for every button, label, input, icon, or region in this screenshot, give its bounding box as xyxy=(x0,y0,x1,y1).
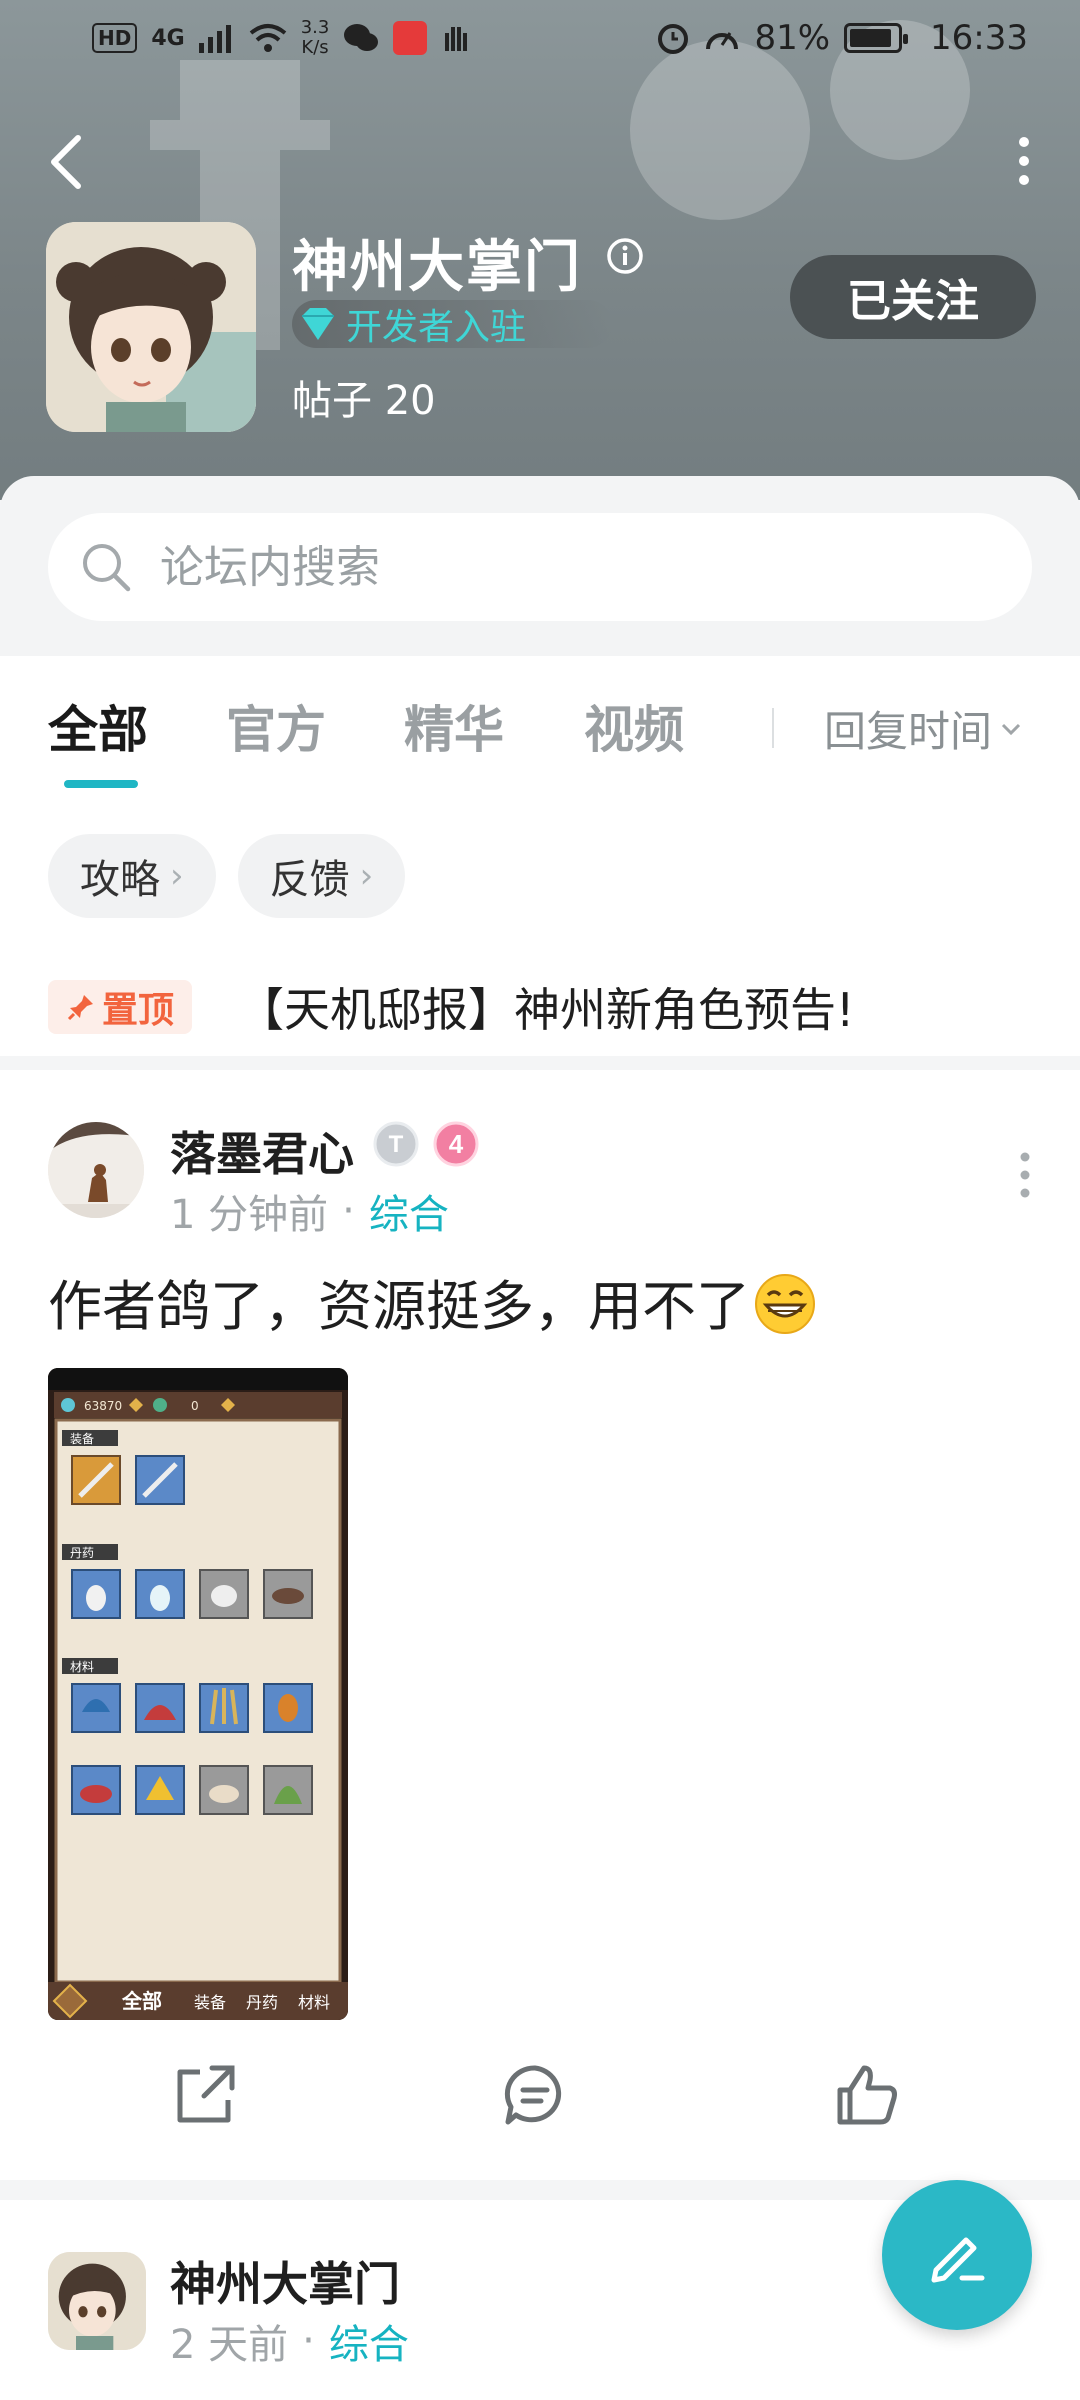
post-text: 作者鸽了，资源挺多，用不了 xyxy=(48,1262,816,1341)
tab-all[interactable]: 全部 xyxy=(48,690,148,762)
alarm-icon xyxy=(658,24,689,54)
search-section xyxy=(0,476,1080,656)
battery-percent: 81% xyxy=(754,18,831,58)
post-card[interactable]: 落墨君心 T 4 1 分钟前 · 综合 作者鸽了，资源挺多，用不了 63870 xyxy=(0,1070,1080,2180)
search-bar[interactable] xyxy=(48,513,1032,621)
post-meta: 1 分钟前 · 综合 xyxy=(170,1182,449,1240)
back-chevron-left-icon[interactable] xyxy=(46,132,86,192)
compose-post-button[interactable] xyxy=(882,2180,1032,2330)
chevron-right-icon: › xyxy=(359,856,374,896)
title-badge-icon: T xyxy=(373,1121,419,1167)
svg-text:丹药: 丹药 xyxy=(70,1546,94,1560)
author-name[interactable]: 神州大掌门 xyxy=(170,2248,400,2314)
clock: 16:33 xyxy=(930,18,1028,58)
hand-icon xyxy=(445,27,468,51)
chip-feedback-label: 反馈 xyxy=(269,857,350,903)
hd-indicator: HD xyxy=(92,23,138,53)
share-icon[interactable] xyxy=(170,2060,240,2130)
status-bar: HD 4G 3.3 K/s 81% 16:33 xyxy=(0,0,1080,78)
post-meta: 2 天前 · 综合 xyxy=(170,2312,409,2370)
wifi-icon xyxy=(249,24,286,52)
author-avatar[interactable] xyxy=(48,2252,146,2350)
pin-icon xyxy=(67,995,93,1021)
post-actions xyxy=(0,2060,1080,2160)
svg-text:材料: 材料 xyxy=(298,1993,330,2012)
info-icon[interactable] xyxy=(605,236,645,276)
svg-text:材料: 材料 xyxy=(70,1660,94,1674)
pinned-post-title: 【天机邸报】神州新角色预告! xyxy=(238,983,855,1037)
forum-avatar xyxy=(46,222,256,432)
diamond-icon xyxy=(302,308,334,340)
follow-button[interactable]: 已关注 xyxy=(790,255,1036,339)
tab-featured[interactable]: 精华 xyxy=(404,690,504,762)
more-vertical-icon[interactable] xyxy=(1014,136,1034,186)
forum-avatar-art xyxy=(46,222,256,432)
post-time: 1 分钟前 xyxy=(170,1192,329,1238)
svg-text:丹药: 丹药 xyxy=(246,1993,278,2012)
chevron-down-icon xyxy=(1001,723,1021,735)
tab-bar: 全部 官方 精华 视频 回复时间 xyxy=(0,656,1080,796)
category-chips: 攻略 › 反馈 › xyxy=(48,834,406,918)
post-time: 2 天前 xyxy=(170,2322,289,2368)
chip-guide[interactable]: 攻略 › xyxy=(48,834,216,918)
forum-content: 全部 官方 精华 视频 回复时间 攻略 › 反馈 › 置顶 【天机邸报】神州新角… xyxy=(0,656,1080,1056)
pen-icon xyxy=(931,2237,985,2283)
developer-badge-label: 开发者入驻 xyxy=(346,307,527,348)
pinned-post[interactable]: 置顶 【天机邸报】神州新角色预告! xyxy=(48,974,854,1040)
developer-badge: 开发者入驻 xyxy=(292,300,612,348)
battery-icon xyxy=(844,23,909,53)
author-name[interactable]: 落墨君心 xyxy=(170,1118,354,1184)
forum-header: HD 4G 3.3 K/s 81% 16:33 神州大掌门 开发者入驻 帖子 2… xyxy=(0,0,1080,500)
level-badge-icon: 4 xyxy=(433,1121,479,1167)
search-input[interactable] xyxy=(158,540,918,594)
comment-icon[interactable] xyxy=(500,2060,570,2130)
tab-divider xyxy=(772,708,774,748)
tab-official[interactable]: 官方 xyxy=(226,690,326,762)
post-category[interactable]: 综合 xyxy=(369,1182,449,1240)
speedometer-icon xyxy=(706,32,739,50)
svg-text:0: 0 xyxy=(191,1399,199,1413)
pinned-badge-label: 置顶 xyxy=(102,990,175,1031)
thumb-up-icon[interactable] xyxy=(832,2060,902,2130)
signal-icon xyxy=(198,25,231,53)
author-avatar[interactable] xyxy=(48,1122,144,1218)
meta-dot: · xyxy=(342,1188,355,1234)
network-speed: 3.3 K/s xyxy=(300,17,330,58)
chip-guide-label: 攻略 xyxy=(80,857,160,903)
posts-count: 帖子 20 xyxy=(292,378,436,424)
sort-dropdown[interactable]: 回复时间 xyxy=(824,698,1022,759)
svg-text:装备: 装备 xyxy=(70,1432,94,1446)
inventory-screenshot: 63870 0 装备 丹药 材料 全部 装备 丹药 材料 xyxy=(48,1368,348,2020)
svg-text:T: T xyxy=(389,1131,404,1158)
search-icon xyxy=(83,544,131,592)
author-avatar-art xyxy=(48,1122,144,1218)
sort-label: 回复时间 xyxy=(824,707,993,756)
svg-text:4: 4 xyxy=(449,1129,464,1159)
tab-video[interactable]: 视频 xyxy=(584,690,684,762)
network-type: 4G xyxy=(151,25,185,51)
chip-feedback[interactable]: 反馈 › xyxy=(237,834,406,918)
svg-text:装备: 装备 xyxy=(194,1993,226,2012)
meta-dot: · xyxy=(302,2318,315,2364)
post-category[interactable]: 综合 xyxy=(329,2312,409,2370)
post-image[interactable]: 63870 0 装备 丹药 材料 全部 装备 丹药 材料 xyxy=(48,1368,348,2020)
forum-title: 神州大掌门 xyxy=(292,235,582,300)
svg-text:63870: 63870 xyxy=(84,1399,122,1413)
wechat-icon xyxy=(344,24,379,51)
active-tab-indicator xyxy=(64,780,138,788)
chevron-right-icon: › xyxy=(170,856,184,896)
grinning-emoji-icon xyxy=(755,1274,815,1334)
post-more-icon[interactable] xyxy=(1018,1152,1032,1198)
post-text-content: 作者鸽了，资源挺多，用不了 xyxy=(48,1275,750,1338)
author-avatar-art xyxy=(48,2252,146,2350)
svg-text:全部: 全部 xyxy=(121,1989,162,2013)
app-notification-icon xyxy=(393,21,428,55)
pinned-badge: 置顶 xyxy=(48,980,193,1034)
